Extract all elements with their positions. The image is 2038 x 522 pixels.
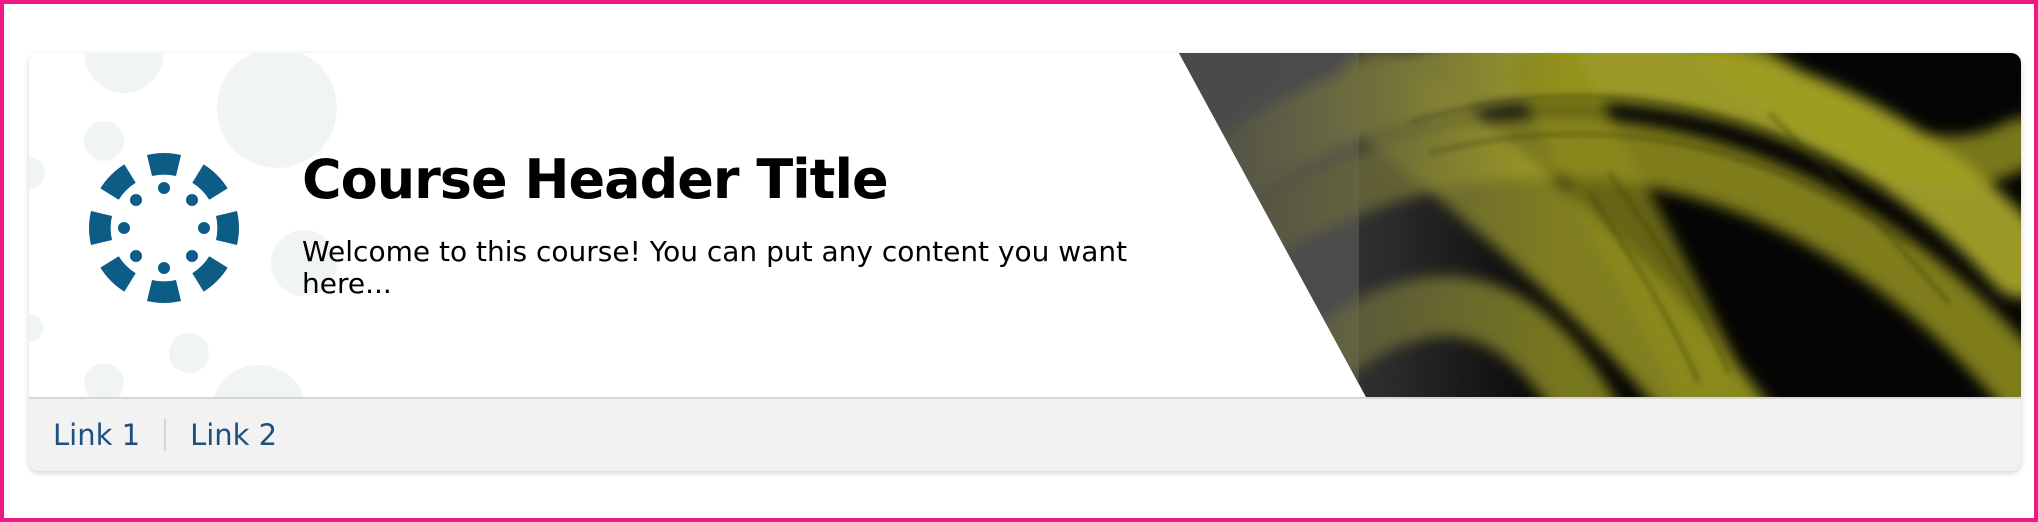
course-title: Course Header Title <box>302 148 889 211</box>
course-nav: Link 1 Link 2 <box>29 397 2021 471</box>
canvas-logo-icon <box>89 153 239 303</box>
course-header-card: Course Header Title Welcome to this cour… <box>29 53 2021 471</box>
course-subtitle: Welcome to this course! You can put any … <box>302 235 1128 300</box>
page-frame: Course Header Title Welcome to this cour… <box>0 0 2038 522</box>
hero-image <box>1179 53 2021 397</box>
nav-link-2[interactable]: Link 2 <box>190 418 277 452</box>
course-banner: Course Header Title Welcome to this cour… <box>29 53 2021 397</box>
nav-divider <box>164 419 167 451</box>
nav-link-1[interactable]: Link 1 <box>53 418 140 452</box>
